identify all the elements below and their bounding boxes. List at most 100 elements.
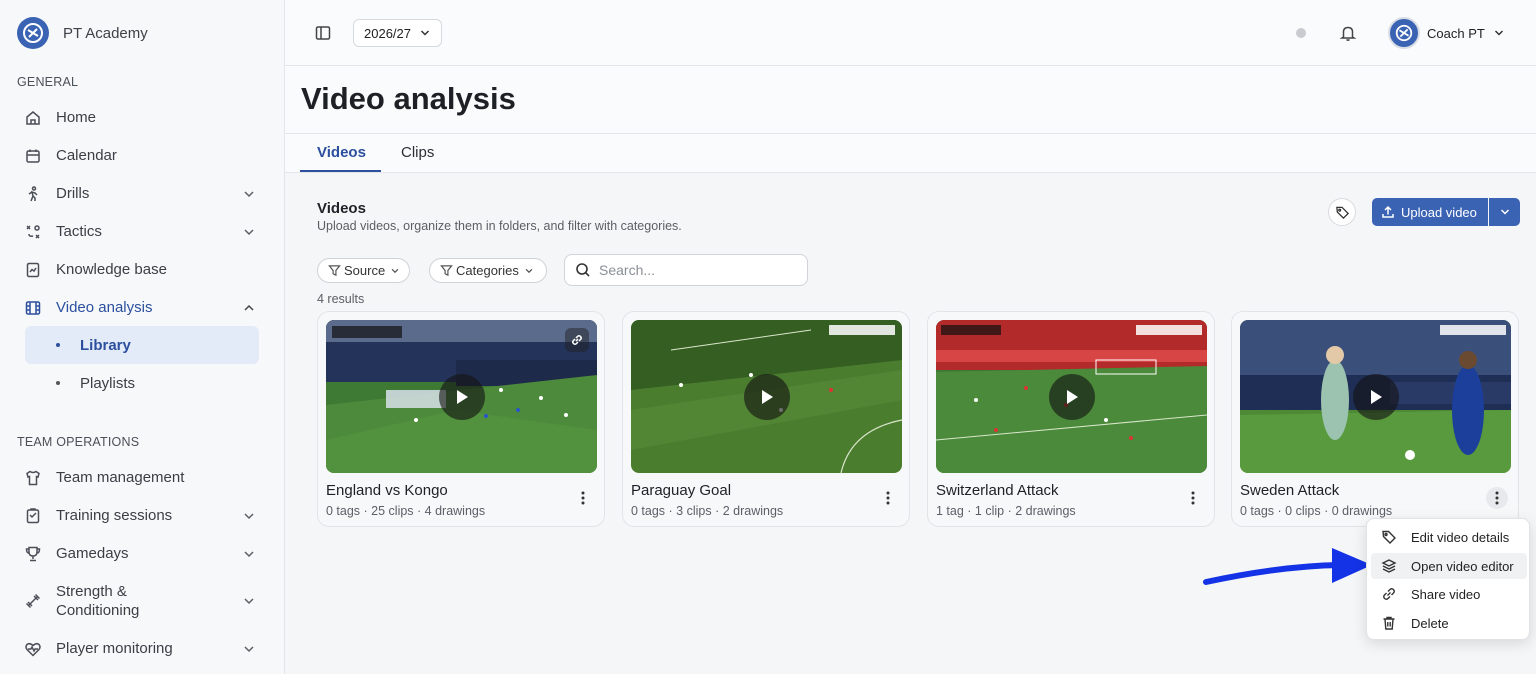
trash-icon	[1381, 615, 1411, 631]
menu-item-label: Delete	[1411, 615, 1449, 631]
search-icon	[575, 262, 591, 278]
sidebar-item-video-analysis[interactable]: Video analysis	[24, 289, 260, 326]
video-thumbnail[interactable]	[936, 320, 1207, 473]
menu-item-open-video-editor[interactable]: Open video editor	[1371, 553, 1527, 579]
manage-categories-button[interactable]	[1328, 198, 1356, 226]
source-filter[interactable]: Source	[317, 258, 410, 283]
tag-icon	[1335, 205, 1350, 220]
play-button[interactable]	[1352, 373, 1399, 420]
annotation-arrow	[1203, 548, 1372, 585]
tactics-icon	[24, 223, 42, 241]
topbar: 2026/27 Coach PT	[285, 0, 1536, 66]
video-title: Sweden Attack	[1240, 482, 1340, 499]
video-card[interactable]: Paraguay Goal 0 tags · 3 clips · 2 drawi…	[622, 311, 910, 527]
sidebar-subitem-library[interactable]: Library	[25, 326, 259, 364]
video-thumbnail[interactable]	[631, 320, 902, 473]
chevron-down-icon	[419, 27, 431, 39]
chevron-down-icon[interactable]	[242, 642, 256, 656]
video-card[interactable]: Sweden Attack 0 tags · 0 clips · 0 drawi…	[1231, 311, 1519, 527]
brand[interactable]: PT Academy	[17, 17, 148, 49]
sidebar-toggle-icon[interactable]	[314, 24, 332, 42]
video-thumbnail[interactable]	[1240, 320, 1511, 473]
chevron-down-icon	[524, 266, 534, 276]
video-card[interactable]: England vs Kongo 0 tags · 25 clips · 4 d…	[317, 311, 605, 527]
chevron-down-icon	[1499, 206, 1511, 218]
upload-video-button[interactable]: Upload video	[1372, 198, 1488, 226]
sidebar-item-label: Tactics	[56, 223, 102, 240]
page-title: Video analysis	[301, 81, 516, 116]
status-indicator	[1296, 28, 1306, 38]
bell-icon[interactable]	[1339, 24, 1357, 42]
upload-options-button[interactable]	[1489, 198, 1520, 226]
run-icon	[24, 185, 42, 203]
source-filter-label: Source	[344, 263, 386, 278]
sidebar: PT Academy GENERAL Home Calendar Drills …	[0, 0, 285, 674]
play-button[interactable]	[1048, 373, 1095, 420]
sidebar-item-training-sessions[interactable]: Training sessions	[24, 497, 260, 534]
play-button[interactable]	[743, 373, 790, 420]
more-options-icon[interactable]	[1182, 487, 1204, 509]
user-menu[interactable]: Coach PT	[1388, 17, 1505, 49]
sidebar-item-strength-conditioning[interactable]: Strength & Conditioning	[24, 579, 260, 623]
sidebar-item-team-management[interactable]: Team management	[24, 459, 260, 496]
menu-item-edit-video-details[interactable]: Edit video details	[1371, 524, 1527, 550]
video-thumbnail[interactable]	[326, 320, 597, 473]
video-meta: 0 tags · 3 clips · 2 drawings	[631, 504, 784, 518]
dumbbell-icon	[24, 592, 42, 610]
video-meta: 1 tag · 1 clip · 2 drawings	[936, 504, 1076, 518]
chevron-down-icon[interactable]	[242, 187, 256, 201]
sidebar-item-label: Team management	[56, 469, 185, 486]
search-input[interactable]	[599, 262, 799, 278]
film-icon	[24, 299, 42, 317]
sidebar-item-label: Video analysis	[56, 299, 153, 316]
play-button[interactable]	[438, 373, 485, 420]
chevron-down-icon	[1493, 27, 1505, 39]
categories-filter[interactable]: Categories	[429, 258, 547, 283]
sidebar-item-drills[interactable]: Drills	[24, 175, 260, 212]
sidebar-item-player-monitoring[interactable]: Player monitoring	[24, 630, 260, 667]
chevron-down-icon[interactable]	[242, 594, 256, 608]
tab-clips[interactable]: Clips	[401, 144, 434, 161]
upload-icon	[1381, 205, 1401, 219]
video-meta: 0 tags · 25 clips · 4 drawings	[326, 504, 486, 518]
heart-pulse-icon	[24, 640, 42, 658]
sidebar-item-label: Training sessions	[56, 507, 173, 524]
season-select[interactable]: 2026/27	[353, 19, 442, 47]
club-logo-icon	[17, 17, 49, 49]
chevron-down-icon[interactable]	[242, 547, 256, 561]
bullet-icon	[56, 381, 60, 385]
video-title: Paraguay Goal	[631, 482, 732, 499]
filter-icon	[328, 264, 341, 277]
chevron-up-icon[interactable]	[242, 301, 256, 315]
section-title: Videos	[317, 200, 366, 217]
tab-videos[interactable]: Videos	[317, 144, 366, 161]
sidebar-item-calendar[interactable]: Calendar	[24, 137, 260, 174]
search-box[interactable]	[564, 254, 808, 286]
chevron-down-icon[interactable]	[242, 225, 256, 239]
video-card[interactable]: Switzerland Attack 1 tag · 1 clip · 2 dr…	[927, 311, 1215, 527]
home-icon	[24, 109, 42, 127]
upload-video-label: Upload video	[1401, 204, 1477, 220]
sidebar-item-label: Player monitoring	[56, 640, 173, 657]
sidebar-subitem-playlists[interactable]: Playlists	[25, 364, 259, 402]
clipboard-icon	[24, 507, 42, 525]
more-options-icon[interactable]	[877, 487, 899, 509]
user-name: Coach PT	[1427, 25, 1485, 41]
more-options-icon[interactable]	[572, 487, 594, 509]
chevron-down-icon	[390, 266, 400, 276]
calendar-icon	[24, 147, 42, 165]
menu-item-label: Share video	[1411, 586, 1481, 602]
video-meta: 0 tags · 0 clips · 0 drawings	[1240, 504, 1393, 518]
menu-item-delete[interactable]: Delete	[1371, 610, 1527, 636]
page-header: Video analysis Videos Clips	[285, 66, 1536, 173]
sidebar-item-knowledge-base[interactable]: Knowledge base	[24, 251, 260, 288]
categories-filter-label: Categories	[456, 263, 519, 278]
menu-item-share-video[interactable]: Share video	[1371, 581, 1527, 607]
trophy-icon	[24, 545, 42, 563]
more-options-icon[interactable]	[1486, 487, 1508, 509]
chevron-down-icon[interactable]	[242, 509, 256, 523]
sidebar-item-gamedays[interactable]: Gamedays	[24, 535, 260, 572]
results-count: 4 results	[317, 292, 365, 306]
sidebar-item-tactics[interactable]: Tactics	[24, 213, 260, 250]
sidebar-item-home[interactable]: Home	[24, 99, 260, 136]
